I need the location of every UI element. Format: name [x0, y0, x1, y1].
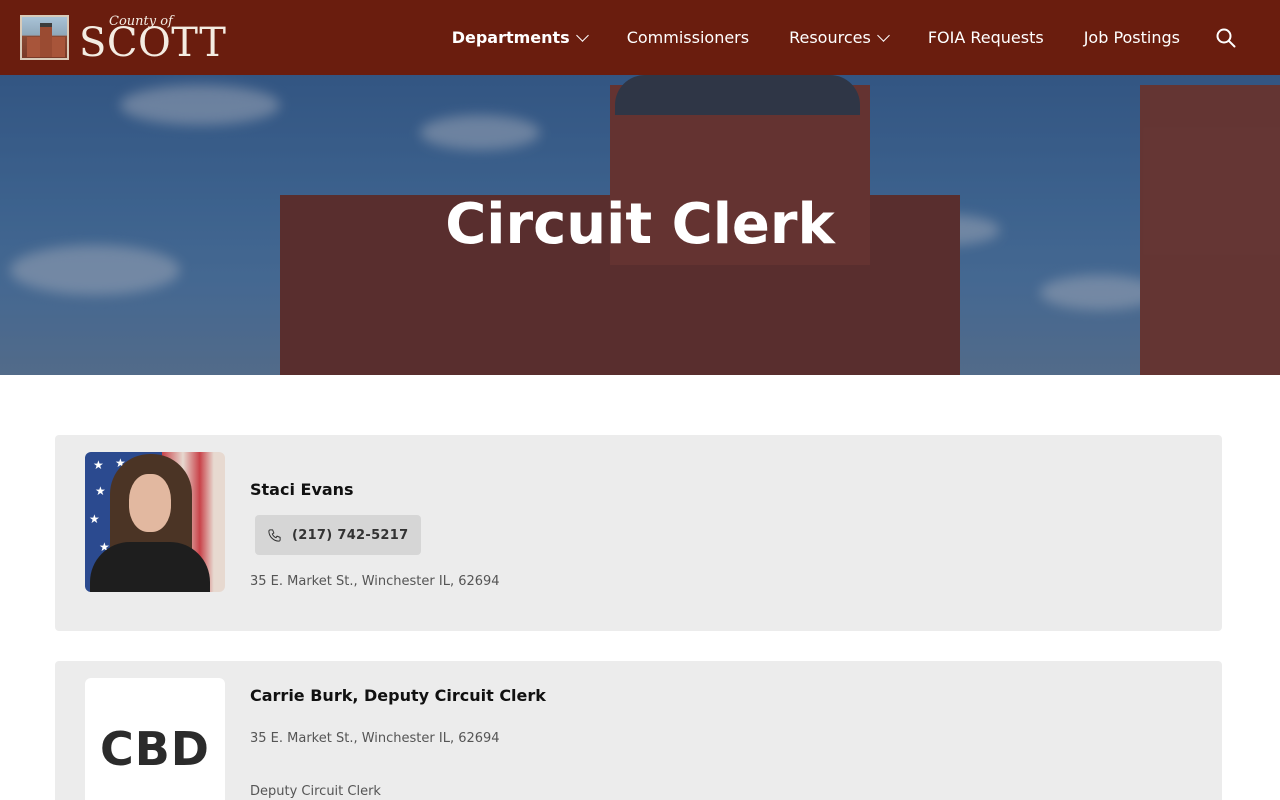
logo-wordmark: County of SCOTT	[79, 14, 226, 63]
chevron-down-icon	[876, 28, 890, 42]
nav-job-postings-label: Job Postings	[1083, 28, 1180, 47]
nav-departments-label: Departments	[451, 28, 570, 47]
nav-foia-label: FOIA Requests	[927, 28, 1044, 47]
county-logo[interactable]: County of SCOTT	[20, 14, 226, 63]
nav-resources[interactable]: Resources	[769, 0, 908, 75]
contact-card: ★ ★ ★ ★ ★ Staci Evans (217) 742-5217 35 …	[55, 435, 1222, 631]
chevron-down-icon	[575, 28, 589, 42]
nav-foia-requests[interactable]: FOIA Requests	[908, 0, 1064, 75]
avatar-initials: CBD	[85, 678, 225, 800]
nav-commissioners-label: Commissioners	[626, 28, 750, 47]
phone-icon	[268, 528, 281, 542]
phone-button[interactable]: (217) 742-5217	[255, 515, 421, 555]
nav-resources-label: Resources	[789, 28, 871, 47]
nav-commissioners[interactable]: Commissioners	[607, 0, 769, 75]
nav-job-postings[interactable]: Job Postings	[1064, 0, 1200, 75]
page-title: Circuit Clerk	[445, 192, 835, 257]
contact-name: Carrie Burk, Deputy Circuit Clerk	[250, 686, 546, 705]
search-icon	[1216, 28, 1236, 47]
site-header: County of SCOTT Departments Commissioner…	[0, 0, 1280, 75]
contact-name: Staci Evans	[250, 480, 354, 499]
contact-role: Deputy Circuit Clerk	[250, 784, 381, 799]
main-nav: Departments Commissioners Resources FOIA…	[432, 0, 1280, 75]
contact-address: 35 E. Market St., Winchester IL, 62694	[250, 574, 500, 589]
contact-card: CBD Carrie Burk, Deputy Circuit Clerk 35…	[55, 661, 1222, 800]
contact-address: 35 E. Market St., Winchester IL, 62694	[250, 731, 500, 746]
logo-title: SCOTT	[79, 20, 227, 66]
staff-photo: ★ ★ ★ ★ ★	[85, 452, 225, 592]
hero-banner: Circuit Clerk	[0, 75, 1280, 375]
search-button[interactable]	[1200, 0, 1252, 75]
nav-departments[interactable]: Departments	[432, 0, 607, 75]
courthouse-logo-image	[20, 14, 69, 60]
phone-number: (217) 742-5217	[292, 527, 409, 543]
